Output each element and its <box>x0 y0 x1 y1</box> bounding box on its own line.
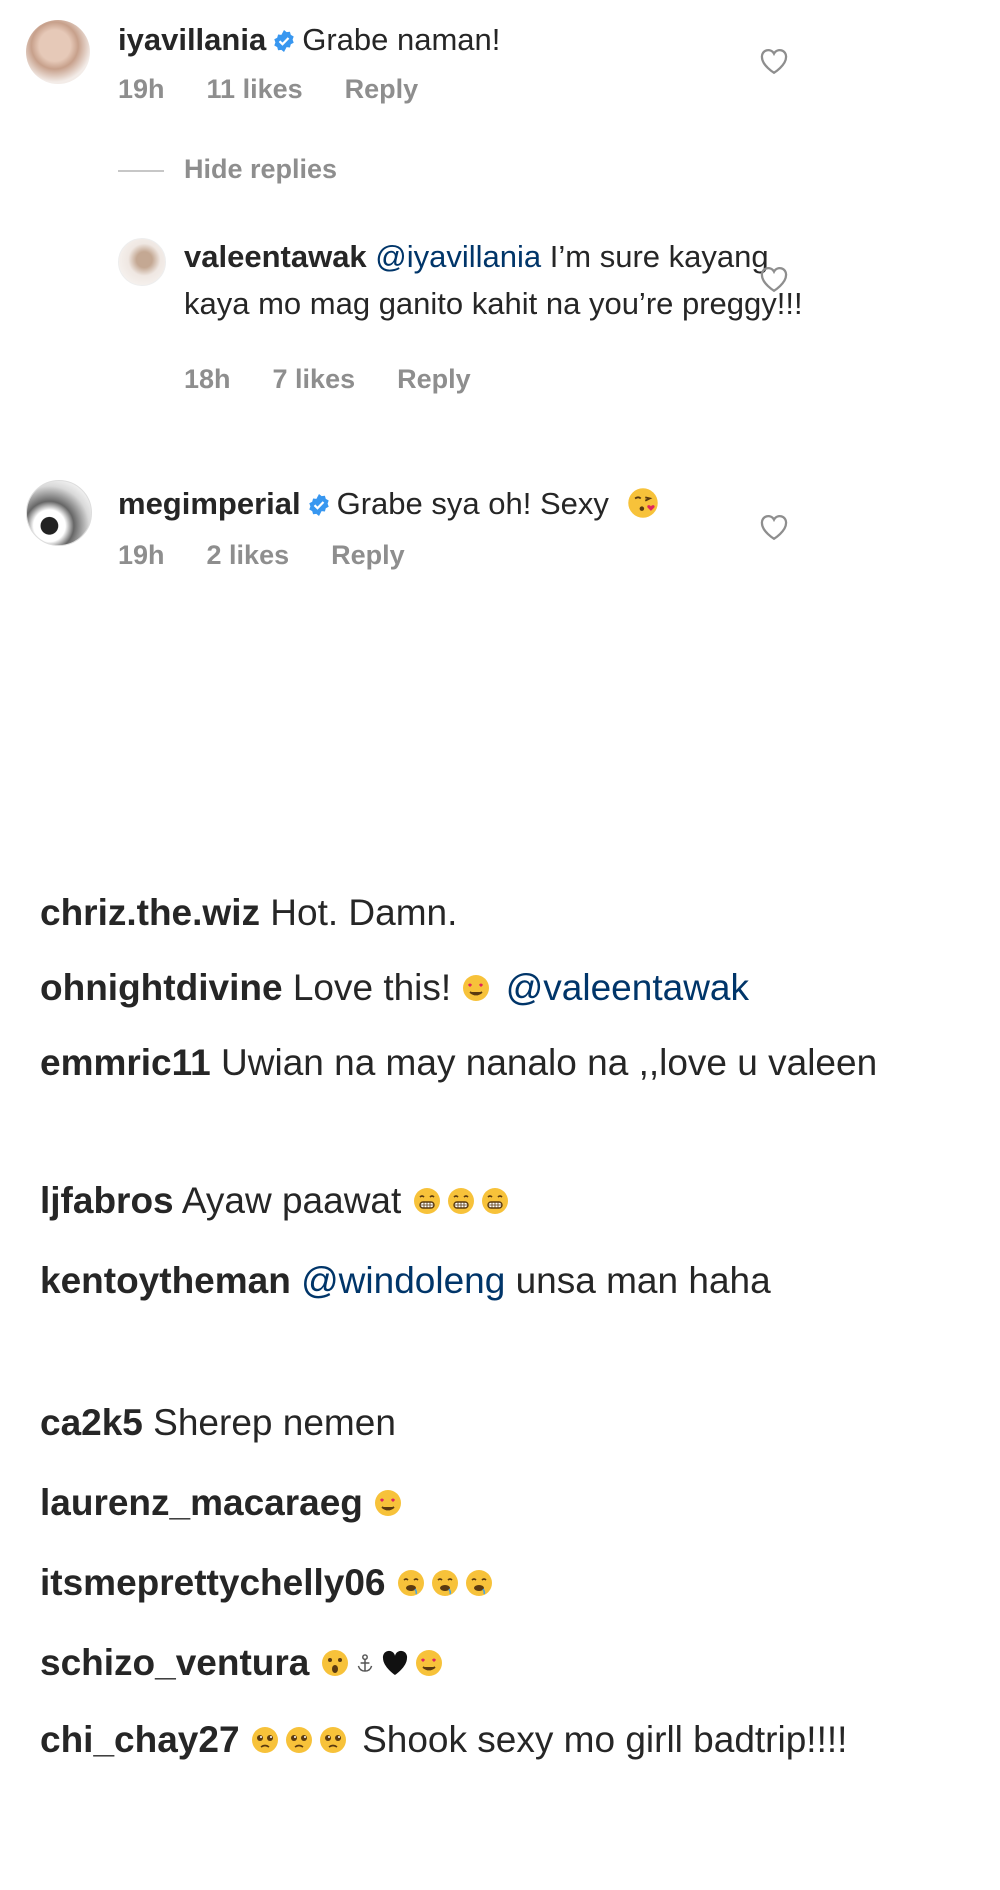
comment-username[interactable]: valeentawak <box>184 239 367 274</box>
comment-text: Ayaw paawat <box>181 1180 402 1221</box>
comment-text: Hot. Damn. <box>270 892 458 933</box>
comment-text: Love this! <box>292 967 452 1008</box>
comment-username[interactable]: schizo_ventura <box>40 1642 309 1683</box>
comment-username[interactable]: ca2k5 <box>40 1402 143 1443</box>
comment-username[interactable]: laurenz_macaraeg <box>40 1482 363 1523</box>
black-heart-icon <box>382 1650 407 1675</box>
avatar[interactable] <box>118 238 166 286</box>
pleading-emoji-icon <box>285 1727 312 1753</box>
list-item: schizo_ventura <box>40 1630 970 1696</box>
like-heart-icon[interactable] <box>757 510 791 542</box>
comment-username[interactable]: itsmeprettychelly06 <box>40 1562 386 1603</box>
list-item: laurenz_macaraeg <box>40 1470 970 1536</box>
grimace-emoji-group <box>412 1180 514 1221</box>
list-item: kentoytheman @windoleng unsa man haha <box>40 1248 970 1314</box>
comment-text: Grabe naman! <box>302 22 501 57</box>
mention-link[interactable]: @valeentawak <box>506 967 749 1008</box>
grimace-emoji-icon <box>447 1188 474 1214</box>
comment-meta: 19h 11 likes Reply <box>118 74 460 105</box>
reply-comment: valeentawak @iyavillania I’m sure kayang… <box>184 233 834 327</box>
mention-link[interactable]: @iyavillania <box>375 239 541 274</box>
comment-time: 19h <box>118 540 165 570</box>
hide-replies-divider <box>118 170 164 172</box>
comment-text: Grabe sya oh! Sexy <box>336 486 609 521</box>
heart-eyes-emoji-icon <box>415 1650 442 1676</box>
hide-replies-button[interactable]: Hide replies <box>184 154 337 185</box>
comment-username[interactable]: kentoytheman <box>40 1260 291 1301</box>
comment-username[interactable]: ljfabros <box>40 1180 174 1221</box>
verified-badge-icon <box>308 494 329 516</box>
list-item: chi_chay27 Shook sexy mo girll badtrip!!… <box>40 1707 970 1773</box>
comment-username[interactable]: ohnightdivine <box>40 967 283 1008</box>
comment-username[interactable]: chi_chay27 <box>40 1719 240 1760</box>
heart-eyes-emoji-icon <box>463 975 490 1001</box>
reply-button[interactable]: Reply <box>397 364 471 394</box>
like-heart-icon[interactable] <box>757 262 791 294</box>
verified-badge-icon <box>274 30 294 52</box>
mention-link[interactable]: @windoleng <box>301 1260 505 1301</box>
comment-text: Sherep nemen <box>153 1402 396 1443</box>
like-heart-icon[interactable] <box>757 44 791 76</box>
avatar[interactable] <box>26 20 90 84</box>
pleading-emoji-icon <box>319 1727 346 1753</box>
comment-time: 19h <box>118 74 165 104</box>
comment-line: megimperial Grabe sya oh! Sexy <box>118 484 664 524</box>
grimace-emoji-icon <box>481 1188 508 1214</box>
anchor-icon <box>357 1654 372 1672</box>
reply-button[interactable]: Reply <box>345 74 419 104</box>
drooling-emoji-icon <box>465 1570 492 1596</box>
reply-button[interactable]: Reply <box>331 540 405 570</box>
comment-meta: 19h 2 likes Reply <box>118 540 447 571</box>
avatar[interactable] <box>26 480 92 546</box>
likes-count[interactable]: 11 likes <box>207 74 303 104</box>
drooling-emoji-icon <box>431 1570 458 1596</box>
comment-username[interactable]: chriz.the.wiz <box>40 892 260 933</box>
list-item: chriz.the.wiz Hot. Damn. <box>40 880 970 946</box>
comment-username[interactable]: megimperial <box>118 486 301 521</box>
heart-eyes-emoji-icon <box>375 1490 402 1516</box>
astonished-emoji-icon <box>321 1650 348 1676</box>
comment-text: unsa man haha <box>515 1260 771 1301</box>
grimace-emoji-icon <box>413 1188 440 1214</box>
comment-line: iyavillania Grabe naman! <box>118 20 500 60</box>
comment-time: 18h <box>184 364 231 394</box>
list-item: itsmeprettychelly06 <box>40 1550 970 1616</box>
comment-meta: 18h 7 likes Reply <box>184 364 513 395</box>
comment-text: Uwian na may nanalo na ,,love u valeen <box>221 1042 878 1083</box>
comment-username[interactable]: emmric11 <box>40 1042 211 1083</box>
likes-count[interactable]: 7 likes <box>273 364 356 394</box>
list-item: ca2k5 Sherep nemen <box>40 1390 970 1456</box>
list-item: ljfabros Ayaw paawat <box>40 1168 970 1234</box>
list-item: ohnightdivine Love this! @valeentawak <box>40 955 970 1021</box>
emoji-group <box>320 1642 448 1683</box>
comment-username[interactable]: iyavillania <box>118 22 266 57</box>
list-item: emmric11 Uwian na may nanalo na ,,love u… <box>40 1030 970 1096</box>
pleading-emoji-icon <box>251 1727 278 1753</box>
kiss-face-emoji-icon <box>627 488 658 518</box>
likes-count[interactable]: 2 likes <box>207 540 290 570</box>
pleading-emoji-group <box>250 1719 362 1760</box>
drool-emoji-group <box>396 1562 498 1603</box>
comment-text: Shook sexy mo girll badtrip!!!! <box>362 1719 848 1760</box>
drooling-emoji-icon <box>397 1570 424 1596</box>
